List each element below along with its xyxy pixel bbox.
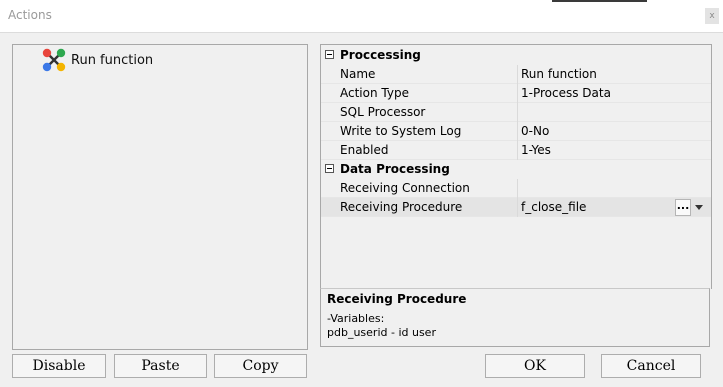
description-line: pdb_userid - id user [327, 326, 436, 339]
cancel-button[interactable]: Cancel [601, 354, 701, 378]
action-tree[interactable]: Run function [12, 44, 308, 350]
property-name: Enabled [340, 143, 389, 157]
property-name: Action Type [340, 86, 409, 100]
property-row-sql-processor[interactable]: SQL Processor [321, 103, 711, 122]
property-name: Receiving Connection [340, 181, 470, 195]
category-label: Proccessing [340, 48, 421, 62]
tree-item-run-function[interactable]: Run function [41, 47, 153, 73]
column-divider [517, 84, 518, 103]
dropdown-arrow-icon[interactable] [695, 205, 703, 210]
description-title: Receiving Procedure [327, 292, 467, 306]
property-row-receiving-connection[interactable]: Receiving Connection [321, 179, 711, 198]
property-name: Name [340, 67, 376, 81]
property-name: Receiving Procedure [340, 200, 463, 214]
property-name: Write to System Log [340, 124, 462, 138]
property-row-write-to-system-log[interactable]: Write to System Log 0-No [321, 122, 711, 141]
disable-button[interactable]: Disable [12, 354, 106, 378]
close-button[interactable]: x [705, 8, 719, 24]
title-bar-artifact [552, 0, 647, 2]
property-row-action-type[interactable]: Action Type 1-Process Data [321, 84, 711, 103]
ok-button[interactable]: OK [485, 354, 585, 378]
column-divider [517, 198, 518, 217]
collapse-icon[interactable] [325, 50, 334, 59]
column-divider [517, 122, 518, 141]
property-row-name[interactable]: Name Run function [321, 65, 711, 84]
collapse-icon[interactable] [325, 164, 334, 173]
property-value[interactable]: 1-Yes [521, 143, 551, 157]
ellipsis-button[interactable]: ... [675, 199, 691, 216]
copy-button[interactable]: Copy [214, 354, 307, 378]
category-processing[interactable]: Proccessing [321, 46, 711, 65]
window-title: Actions [8, 8, 52, 22]
property-value[interactable]: 1-Process Data [521, 86, 611, 100]
column-divider [517, 141, 518, 160]
column-divider [517, 103, 518, 122]
run-function-icon [42, 48, 66, 72]
category-data-processing[interactable]: Data Processing [321, 160, 711, 179]
title-bar: Actions x [0, 0, 723, 33]
column-divider [517, 179, 518, 198]
property-description-panel: Receiving Procedure -Variables: pdb_user… [320, 288, 710, 347]
property-row-enabled[interactable]: Enabled 1-Yes [321, 141, 711, 160]
property-value[interactable]: f_close_file [521, 200, 586, 214]
property-value[interactable]: 0-No [521, 124, 549, 138]
property-name: SQL Processor [340, 105, 426, 119]
property-value[interactable]: Run function [521, 67, 597, 81]
column-divider [517, 65, 518, 84]
description-line: -Variables: [327, 312, 385, 325]
property-grid[interactable]: Proccessing Name Run function Action Typ… [320, 44, 712, 289]
category-label: Data Processing [340, 162, 450, 176]
tree-item-label: Run function [71, 52, 154, 68]
property-row-receiving-procedure[interactable]: Receiving Procedure f_close_file ... [321, 198, 711, 217]
paste-button[interactable]: Paste [114, 354, 207, 378]
